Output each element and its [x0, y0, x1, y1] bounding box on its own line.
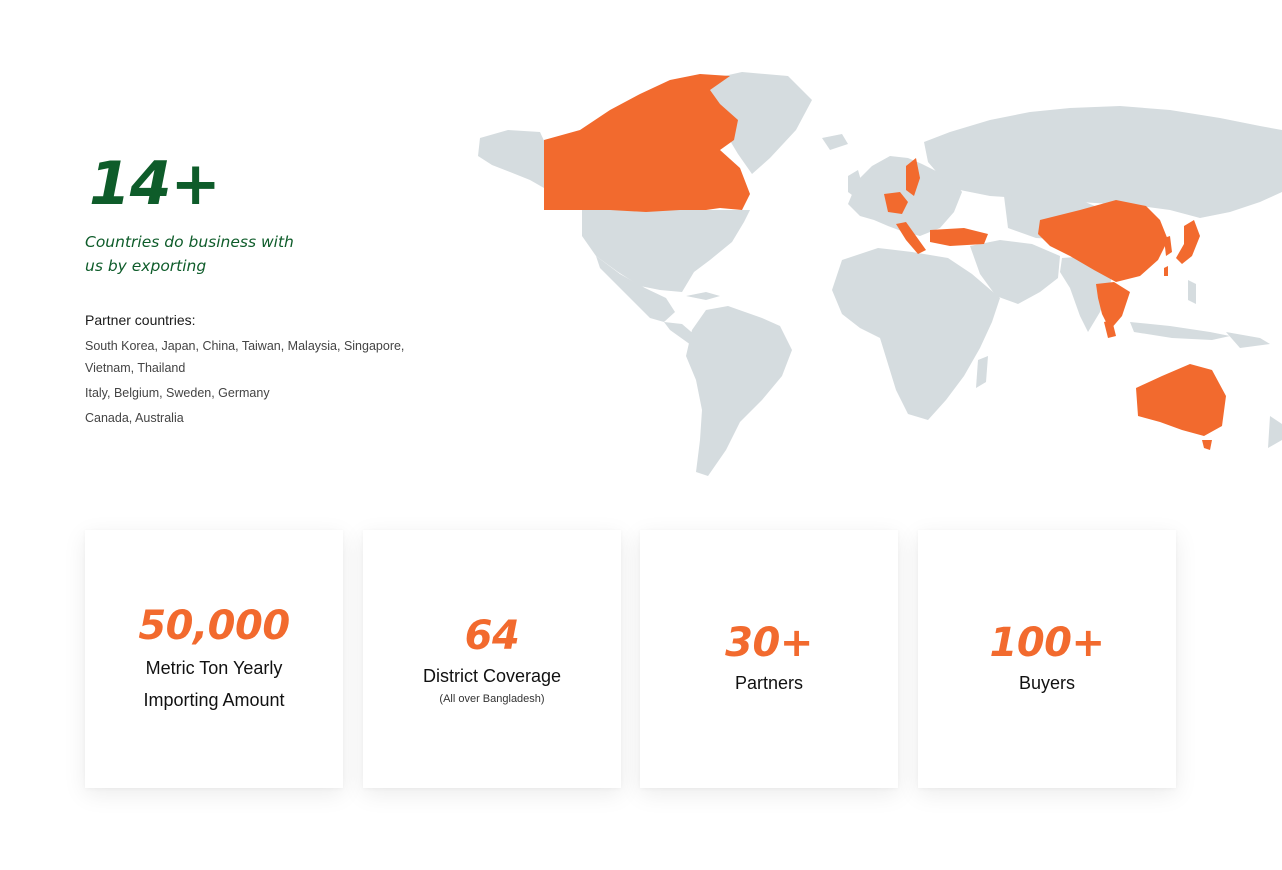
- new-zealand: [1268, 416, 1282, 448]
- countries-caption: Countries do business with us by exporti…: [85, 230, 295, 278]
- indonesia: [1130, 322, 1230, 340]
- stat-card-partners: 30+ Partners: [640, 530, 898, 788]
- stat-note: (All over Bangladesh): [439, 693, 545, 705]
- russia: [924, 106, 1282, 218]
- iceland: [822, 134, 848, 150]
- stat-card-district-coverage: 64 District Coverage (All over Banglades…: [363, 530, 621, 788]
- stat-value: 50,000: [138, 603, 290, 649]
- caption-line-1: Countries do business with: [85, 233, 294, 251]
- alaska: [478, 130, 546, 188]
- africa: [832, 248, 1000, 420]
- usa: [582, 210, 750, 292]
- papua: [1226, 332, 1270, 348]
- partner-list-europe: Italy, Belgium, Sweden, Germany: [85, 386, 270, 400]
- caption-line-2: us by exporting: [85, 257, 207, 275]
- partner-countries: Partner countries: South Korea, Japan, C…: [85, 310, 425, 432]
- south-america: [686, 306, 792, 476]
- stat-value: 30+: [725, 620, 813, 666]
- japan: [1176, 220, 1200, 264]
- stat-label: Buyers: [1018, 673, 1076, 693]
- partners-heading: Partner countries:: [85, 312, 196, 328]
- stat-card-import-amount: 50,000 Metric Ton Yearly Importing Amoun…: [85, 530, 343, 788]
- indochina: [1096, 282, 1130, 330]
- turkey: [930, 228, 988, 246]
- partner-list-other: Canada, Australia: [85, 411, 184, 425]
- stat-value: 64: [464, 613, 520, 659]
- caribbean: [686, 292, 720, 300]
- stat-value: 100+: [989, 620, 1105, 666]
- export-highlight: 14+ Countries do business with us by exp…: [85, 148, 415, 278]
- stat-label: Partners: [734, 673, 804, 693]
- stat-label: District Coverage: [422, 666, 562, 686]
- tasmania: [1202, 440, 1212, 450]
- partner-list-asia: South Korea, Japan, China, Taiwan, Malay…: [85, 339, 405, 375]
- stat-label: Metric Ton Yearly: [145, 658, 283, 678]
- australia: [1136, 364, 1226, 436]
- world-map: [478, 72, 1282, 476]
- stat-card-buyers: 100+ Buyers: [918, 530, 1176, 788]
- philippines: [1188, 280, 1196, 304]
- taiwan: [1164, 266, 1168, 276]
- stat-label-line-2: Importing Amount: [143, 690, 285, 710]
- countries-count: 14+: [89, 149, 221, 219]
- madagascar: [976, 356, 988, 388]
- korea: [1164, 236, 1172, 256]
